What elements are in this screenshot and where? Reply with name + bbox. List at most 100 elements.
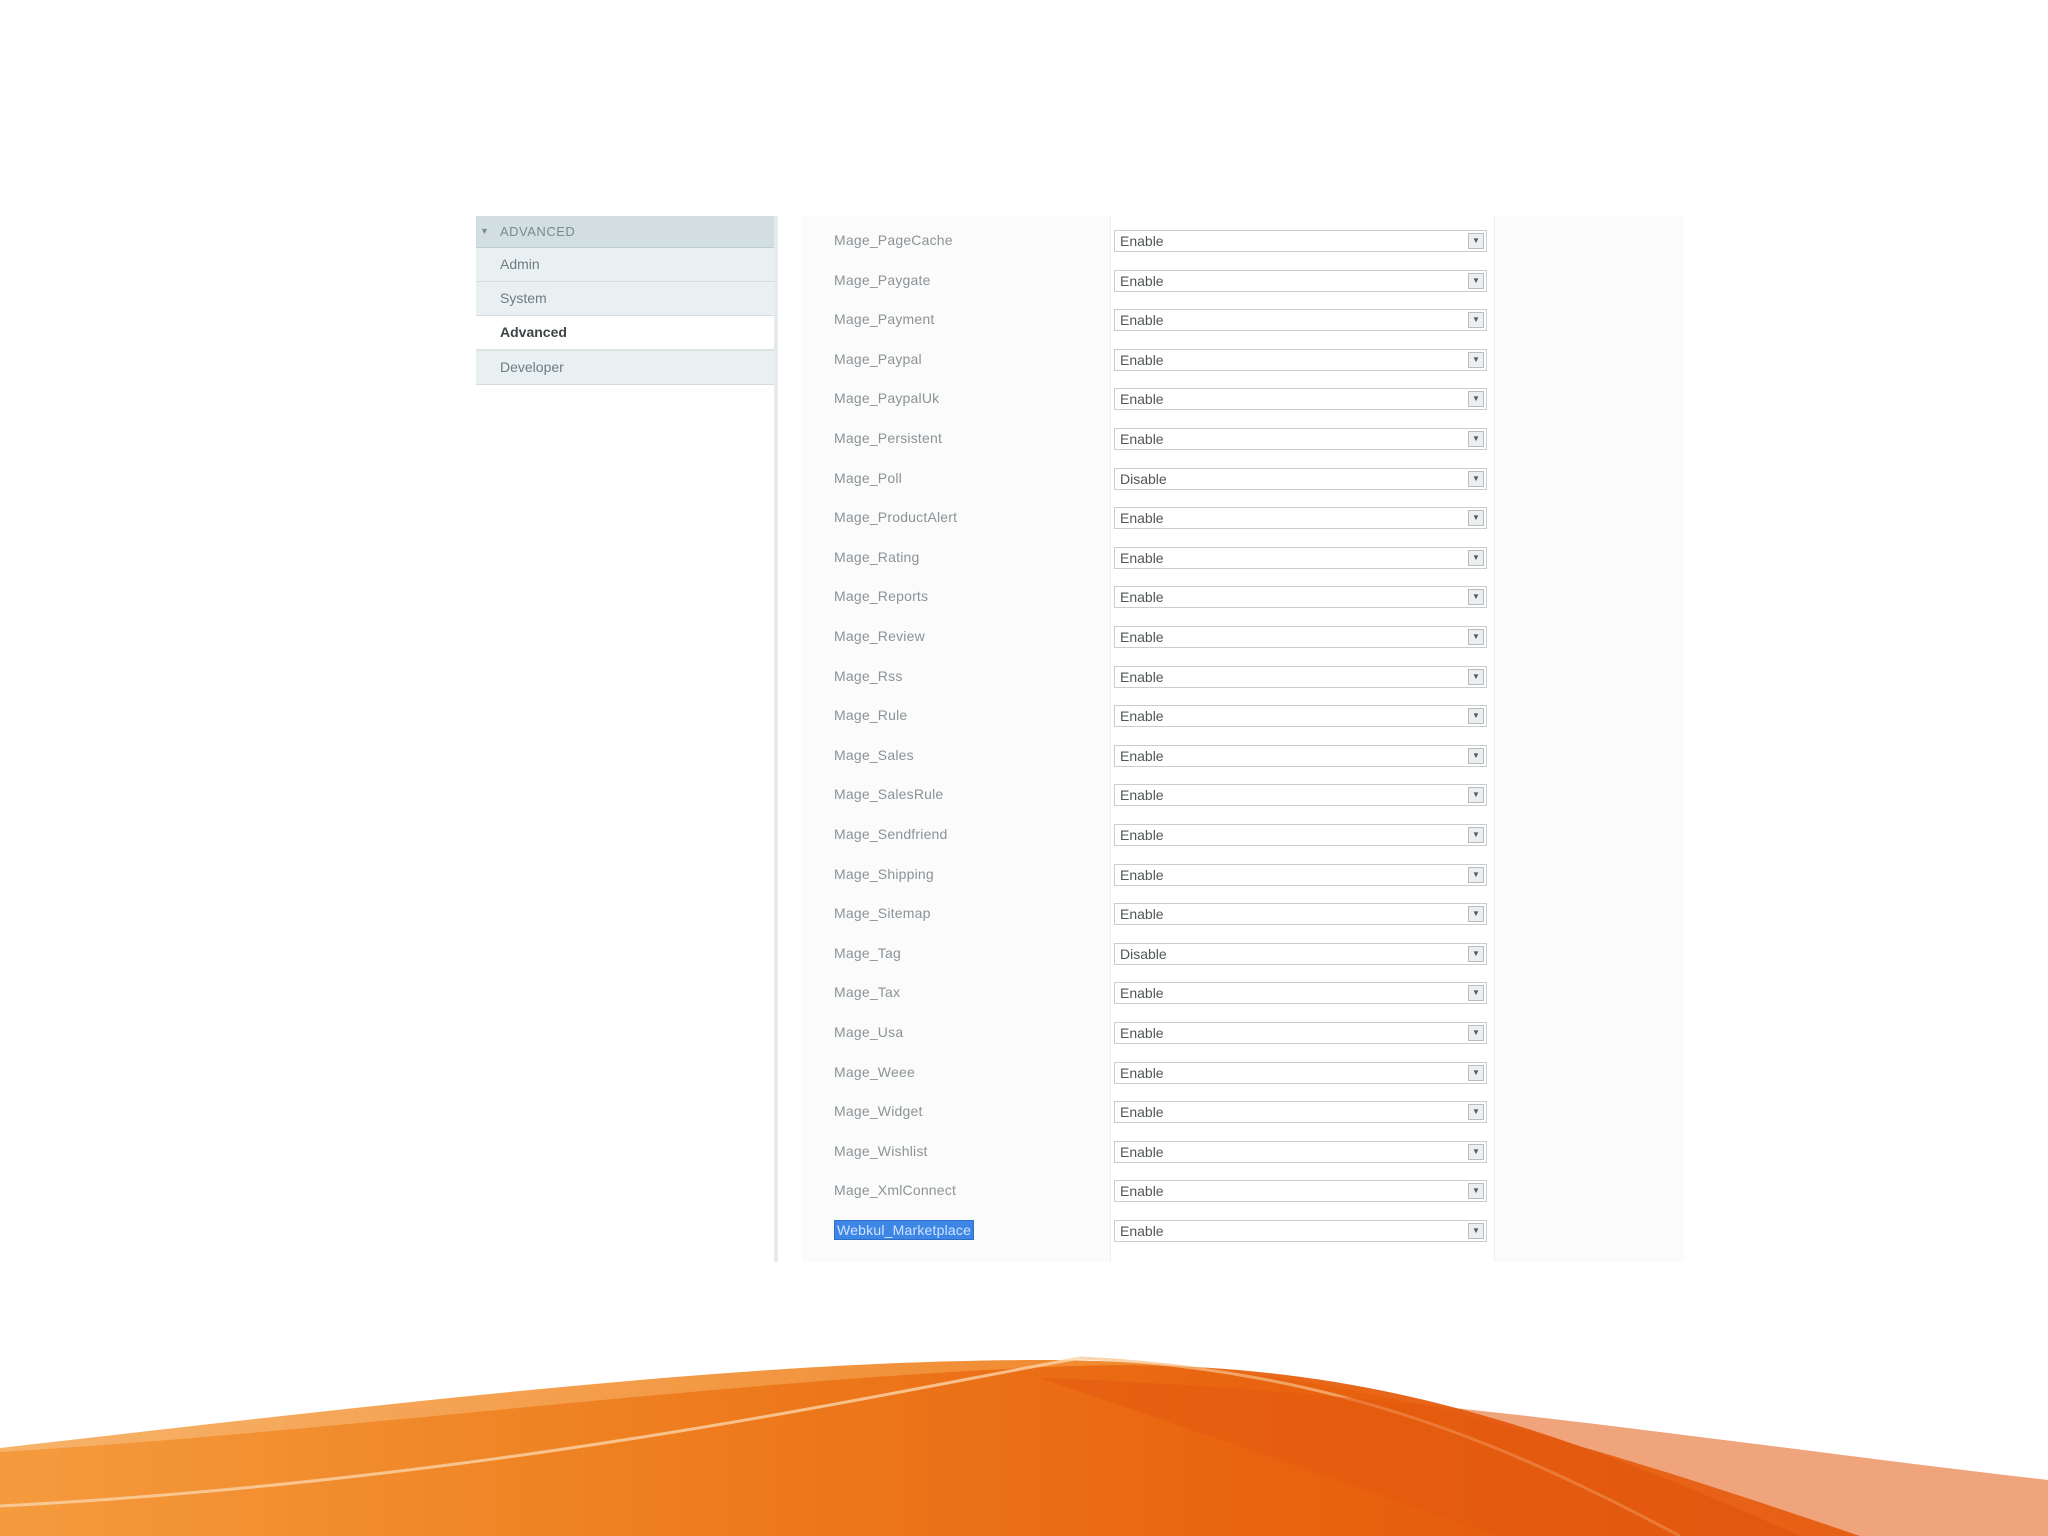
module-row: Mage_Wishlist Enable ▼ <box>802 1135 1684 1175</box>
module-output-select[interactable]: Disable ▼ <box>1114 942 1487 965</box>
select-value: Enable <box>1120 1025 1164 1041</box>
module-name-label: Mage_Wishlist <box>834 1142 928 1159</box>
select-value: Enable <box>1120 787 1164 804</box>
module-row: Mage_Rss Enable ▼ <box>802 660 1684 700</box>
dropdown-arrow-icon[interactable]: ▼ <box>1468 272 1484 289</box>
module-name-label: Mage_Reports <box>834 588 929 605</box>
module-name-label: Mage_ProductAlert <box>834 509 958 526</box>
select-value: Enable <box>1120 747 1164 764</box>
dropdown-arrow-icon[interactable]: ▼ <box>1468 668 1484 685</box>
dropdown-arrow-icon[interactable]: ▼ <box>1468 589 1484 606</box>
module-name-label: Mage_Widget <box>834 1103 923 1120</box>
module-row: Mage_Rule Enable ▼ <box>802 699 1684 739</box>
dropdown-arrow-icon[interactable]: ▼ <box>1468 708 1484 725</box>
dropdown-arrow-icon[interactable]: ▼ <box>1468 866 1484 883</box>
select-value: Enable <box>1120 985 1164 1002</box>
module-output-select[interactable]: Enable ▼ <box>1114 1022 1487 1044</box>
module-row: Webkul_Marketplace Enable ▼ <box>802 1214 1684 1254</box>
module-row: Mage_Sitemap Enable ▼ <box>802 897 1684 937</box>
dropdown-arrow-icon[interactable]: ▼ <box>1468 906 1484 923</box>
dropdown-arrow-icon[interactable]: ▼ <box>1468 549 1484 566</box>
sidebar-item-system[interactable]: System <box>476 282 774 316</box>
module-output-select[interactable]: Enable ▼ <box>1114 269 1487 292</box>
module-output-select[interactable]: Enable ▼ <box>1114 1220 1487 1242</box>
dropdown-arrow-icon[interactable]: ▼ <box>1468 787 1484 804</box>
module-output-select[interactable]: Enable ▼ <box>1114 309 1487 332</box>
dropdown-arrow-icon[interactable]: ▼ <box>1468 1143 1484 1160</box>
module-output-select[interactable]: Enable ▼ <box>1114 744 1487 767</box>
module-output-panel: Mage_PageCache Enable ▼ Mage_Paygate Enable ▼… <box>802 216 1684 1262</box>
select-value: Enable <box>1120 1064 1164 1081</box>
module-output-select[interactable]: Enable ▼ <box>1114 1180 1487 1203</box>
select-value: Enable <box>1120 1183 1164 1200</box>
module-output-select[interactable]: Enable ▼ <box>1114 863 1487 886</box>
dropdown-arrow-icon[interactable]: ▼ <box>1468 1025 1484 1041</box>
dropdown-arrow-icon[interactable]: ▼ <box>1468 351 1484 368</box>
module-output-select[interactable]: Enable ▼ <box>1114 1101 1487 1124</box>
module-name-label: Mage_Sendfriend <box>834 826 948 842</box>
module-row: Mage_Widget Enable ▼ <box>802 1095 1684 1135</box>
select-value: Enable <box>1120 629 1164 645</box>
module-name-label: Mage_Tax <box>834 984 901 1001</box>
select-value: Enable <box>1120 510 1164 527</box>
module-output-select[interactable]: Enable ▼ <box>1114 507 1487 530</box>
dropdown-arrow-icon[interactable]: ▼ <box>1468 1183 1484 1200</box>
module-row: Mage_Poll Disable ▼ <box>802 462 1684 502</box>
dropdown-arrow-icon[interactable]: ▼ <box>1468 312 1484 329</box>
module-row: Mage_Sales Enable ▼ <box>802 739 1684 779</box>
module-output-select[interactable]: Enable ▼ <box>1114 903 1487 926</box>
dropdown-arrow-icon[interactable]: ▼ <box>1468 510 1484 527</box>
module-name-label: Mage_Shipping <box>834 865 934 882</box>
module-row: Mage_Persistent Enable ▼ <box>802 422 1684 462</box>
module-output-select[interactable]: Enable ▼ <box>1114 626 1487 648</box>
module-row: Mage_PageCache Enable ▼ <box>802 224 1684 264</box>
module-name-label: Mage_Usa <box>834 1024 904 1040</box>
sidebar-item-advanced[interactable]: Advanced <box>476 316 774 351</box>
dropdown-arrow-icon[interactable]: ▼ <box>1468 629 1484 645</box>
dropdown-arrow-icon[interactable]: ▼ <box>1468 827 1484 843</box>
module-name-label: Mage_Weee <box>834 1063 915 1080</box>
select-value: Enable <box>1120 668 1164 685</box>
module-name-label: Mage_XmlConnect <box>834 1182 957 1199</box>
module-name-label: Mage_Rss <box>834 667 903 684</box>
module-row: Mage_PaypalUk Enable ▼ <box>802 382 1684 422</box>
module-output-select[interactable]: Enable ▼ <box>1114 546 1487 569</box>
module-name-label: Mage_Tag <box>834 944 901 961</box>
dropdown-arrow-icon[interactable]: ▼ <box>1468 233 1484 249</box>
module-output-select[interactable]: Enable ▼ <box>1114 705 1487 728</box>
module-output-select[interactable]: Enable ▼ <box>1114 784 1487 807</box>
module-output-select[interactable]: Enable ▼ <box>1114 428 1487 450</box>
dropdown-arrow-icon[interactable]: ▼ <box>1468 985 1484 1002</box>
module-output-select[interactable]: Enable ▼ <box>1114 348 1487 371</box>
module-row: Mage_Rating Enable ▼ <box>802 541 1684 581</box>
module-row: Mage_Shipping Enable ▼ <box>802 858 1684 898</box>
dropdown-arrow-icon[interactable]: ▼ <box>1468 945 1484 962</box>
module-output-select[interactable]: Enable ▼ <box>1114 1061 1487 1084</box>
sidebar-group-advanced[interactable]: ▼ ADVANCED <box>476 216 774 248</box>
module-output-select[interactable]: Enable ▼ <box>1114 824 1487 846</box>
module-output-select[interactable]: Enable ▼ <box>1114 230 1487 252</box>
module-row: Mage_Sendfriend Enable ▼ <box>802 818 1684 858</box>
sidebar-item-admin[interactable]: Admin <box>476 248 774 282</box>
dropdown-arrow-icon[interactable]: ▼ <box>1468 747 1484 764</box>
module-row: Mage_Tag Disable ▼ <box>802 937 1684 977</box>
select-value: Enable <box>1120 1143 1164 1160</box>
module-output-select[interactable]: Enable ▼ <box>1114 1140 1487 1163</box>
module-name-label: Mage_Paygate <box>834 271 931 288</box>
module-name-label: Mage_Poll <box>834 469 902 486</box>
dropdown-arrow-icon[interactable]: ▼ <box>1468 470 1484 487</box>
chevron-down-icon: ▼ <box>480 226 490 236</box>
dropdown-arrow-icon[interactable]: ▼ <box>1468 1104 1484 1121</box>
module-output-select[interactable]: Enable ▼ <box>1114 586 1487 609</box>
module-name-label: Mage_Sales <box>834 746 914 763</box>
module-output-select[interactable]: Enable ▼ <box>1114 665 1487 688</box>
module-output-select[interactable]: Disable ▼ <box>1114 467 1487 490</box>
dropdown-arrow-icon[interactable]: ▼ <box>1468 431 1484 447</box>
select-value: Enable <box>1120 1104 1164 1121</box>
dropdown-arrow-icon[interactable]: ▼ <box>1468 1223 1484 1239</box>
dropdown-arrow-icon[interactable]: ▼ <box>1468 391 1484 408</box>
module-output-select[interactable]: Enable ▼ <box>1114 982 1487 1005</box>
module-output-select[interactable]: Enable ▼ <box>1114 388 1487 411</box>
sidebar-item-developer[interactable]: Developer <box>476 351 774 385</box>
dropdown-arrow-icon[interactable]: ▼ <box>1468 1064 1484 1081</box>
